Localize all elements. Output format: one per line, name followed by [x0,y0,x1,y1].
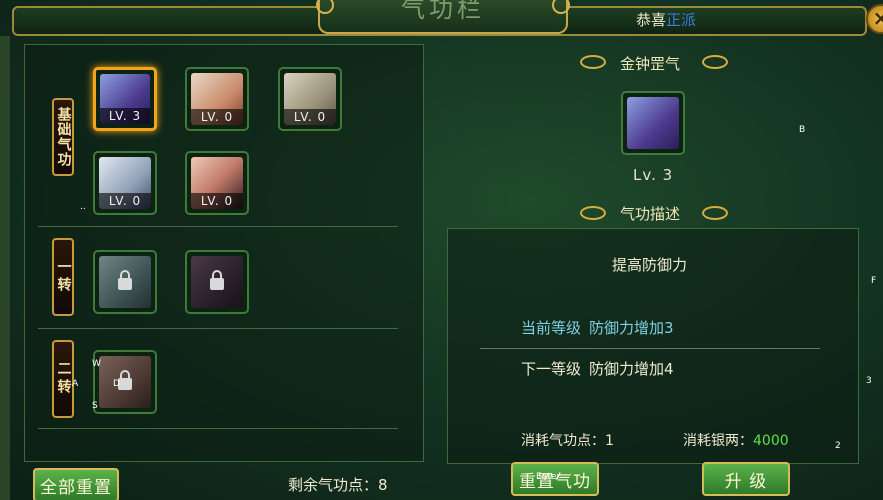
lock-icon [118,370,132,390]
locked-skill-image [191,256,243,308]
skill-slot[interactable]: LV. 0 [185,67,249,131]
lock-icon [118,270,132,290]
skill-level: LV. 0 [191,193,243,209]
remaining-label: 剩余气功点： [288,476,379,494]
overlay-glyph: Enter [536,472,561,482]
tier-label-basic: 基础气功 [52,98,74,176]
cost-points-value: 1 [605,433,614,449]
skill-name: 金钟罡气 [620,55,681,73]
left-edge-strip [0,36,10,500]
locked-skill-image [99,356,151,408]
tier-divider [38,328,398,329]
skill-slot-locked[interactable] [185,250,249,314]
overlay-glyph: A [72,379,79,389]
tier-divider [38,226,398,227]
description-divider [480,348,820,349]
cost-silver-label: 消耗银两： [683,433,753,449]
next-level-label: 下一等级 [521,360,582,378]
skill-level: LV. 3 [100,108,150,124]
skill-slot[interactable]: LV. 0 [278,67,342,131]
overlay-glyph: .. [80,202,86,212]
overlay-glyph: S [92,401,98,411]
lock-icon [210,270,224,290]
current-level-effect: 当前等级 防御力增加3 [521,317,674,338]
title-plaque: 气功栏 [316,0,570,34]
swirl-ornament-icon [702,206,728,220]
tier-label-text: 一转 [55,259,72,295]
skill-level: LV. 0 [99,193,151,209]
overlay-glyph: 2 [835,441,841,451]
overlay-glyph: F [871,276,877,286]
locked-skill-image [99,256,151,308]
description-title: 提高防御力 [612,256,688,274]
skill-slot-jinzhong[interactable]: LV. 3 [93,67,157,131]
overlay-glyph: D [113,379,120,389]
selected-skill-level: Lv. 3 [633,166,674,184]
remaining-value: 8 [378,476,388,494]
reset-all-button[interactable]: 全部重置 [33,468,119,500]
overlay-glyph: W [92,359,101,369]
shield-mask-icon [627,97,679,149]
faction-name: 正派 [666,11,697,29]
close-button[interactable]: × [866,4,883,34]
right-ornament-icon [552,0,570,14]
tier-label-text: 基础气功 [55,107,72,167]
game-window: 气功栏 恭喜正派 × 基础气功 一转 二转 LV. 3 LV. 0 LV. 0 … [0,0,883,500]
tier-divider [38,428,398,429]
left-ornament-icon [316,0,334,14]
tier-label-second-turn: 二转 [52,340,74,418]
selected-skill-icon [621,91,685,155]
overlay-glyph: B [799,125,806,135]
current-level-value: 防御力增加3 [589,319,674,337]
congrats-prefix: 恭喜 [636,11,667,29]
congrats-text: 恭喜正派 [636,9,696,30]
overlay-glyph: 3 [866,376,872,386]
next-level-effect: 下一等级 防御力增加4 [521,358,674,379]
description-header: 气功描述 [620,205,681,223]
skill-level: LV. 0 [191,109,243,125]
window-title: 气功栏 [401,0,485,23]
swirl-ornament-icon [702,55,728,69]
swirl-ornament-icon [580,206,606,220]
skill-slot-locked[interactable] [93,350,157,414]
tier-label-text: 二转 [55,361,72,397]
upgrade-button[interactable]: 升 级 [702,462,790,496]
cost-silver-value: 4000 [753,433,789,449]
cost-points-label: 消耗气功点： [521,433,605,449]
skill-slot[interactable]: LV. 0 [185,151,249,215]
swirl-ornament-icon [580,55,606,69]
skill-slot[interactable]: LV. 0 [93,151,157,215]
skill-slot-locked[interactable] [93,250,157,314]
remaining-points: 剩余气功点：8 [288,474,388,495]
cost-silver: 消耗银两：4000 [683,430,789,450]
next-level-value: 防御力增加4 [589,360,674,378]
current-level-label: 当前等级 [521,319,582,337]
tier-label-first-turn: 一转 [52,238,74,316]
skill-level: LV. 0 [284,109,336,125]
cost-points: 消耗气功点：1 [521,430,614,450]
